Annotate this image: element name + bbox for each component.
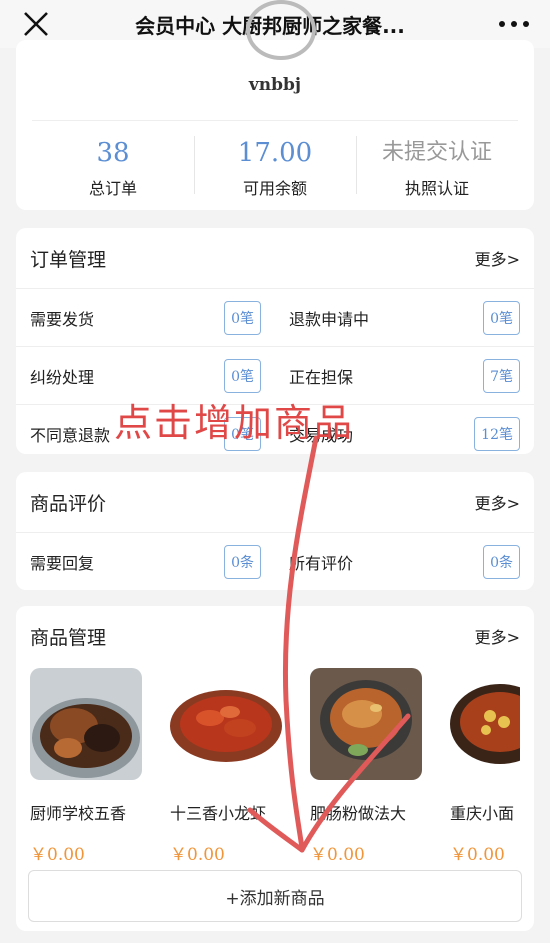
product-name: 肥肠粉做法大 bbox=[310, 804, 407, 823]
count-badge: 0条 bbox=[483, 544, 520, 579]
product-image bbox=[170, 668, 282, 780]
cell-label: 交易成功 bbox=[289, 425, 354, 445]
product-price: ￥0.00 bbox=[310, 845, 365, 865]
stat-total-orders[interactable]: 38 总订单 bbox=[32, 121, 194, 201]
stats-row: 38 总订单 17.00 可用余额 未提交认证 执照认证 bbox=[32, 120, 518, 201]
product-image bbox=[30, 668, 142, 780]
cell-label: 需要发货 bbox=[30, 309, 95, 329]
product-image bbox=[310, 668, 422, 780]
cell-label: 不同意退款 bbox=[30, 425, 111, 445]
more-link[interactable]: 更多> bbox=[475, 246, 520, 270]
product-item[interactable]: 重庆小面 ￥0.00 bbox=[450, 668, 534, 865]
product-name: 十三香小龙虾 bbox=[170, 804, 267, 823]
review-cell-need-reply[interactable]: 需要回复 0条 bbox=[16, 533, 275, 590]
section-title: 订单管理 bbox=[30, 248, 107, 271]
more-link[interactable]: 更多> bbox=[475, 624, 520, 648]
product-price: ￥0.00 bbox=[30, 845, 85, 865]
order-cell-guarantee[interactable]: 正在担保 7笔 bbox=[275, 347, 534, 404]
add-product-button[interactable]: +添加新商品 bbox=[28, 870, 522, 922]
count-badge: 7笔 bbox=[483, 358, 520, 393]
order-cell-need-ship[interactable]: 需要发货 0笔 bbox=[16, 289, 275, 346]
close-icon bbox=[24, 12, 48, 36]
order-cell-refund-pending[interactable]: 退款申请中 0笔 bbox=[275, 289, 534, 346]
username: vnbbj bbox=[248, 75, 302, 95]
count-badge: 12笔 bbox=[474, 416, 520, 451]
cell-label: 退款申请中 bbox=[289, 309, 370, 329]
count-badge: 0条 bbox=[224, 544, 261, 579]
order-cell-success[interactable]: 交易成功 12笔 bbox=[275, 405, 534, 462]
more-link[interactable]: 更多> bbox=[475, 490, 520, 514]
product-name: 重庆小面 bbox=[450, 804, 515, 823]
order-cell-refund-rejected[interactable]: 不同意退款 0笔 bbox=[16, 405, 275, 462]
count-badge: 0笔 bbox=[224, 416, 261, 451]
product-name: 厨师学校五香 bbox=[30, 804, 127, 823]
count-badge: 0笔 bbox=[224, 300, 261, 335]
product-item[interactable]: 厨师学校五香 ￥0.00 bbox=[30, 668, 170, 865]
stat-value: 17.00 bbox=[237, 138, 313, 168]
order-cell-dispute[interactable]: 纠纷处理 0笔 bbox=[16, 347, 275, 404]
stat-license[interactable]: 未提交认证 执照认证 bbox=[356, 121, 518, 201]
cell-label: 纠纷处理 bbox=[30, 367, 95, 387]
product-price: ￥0.00 bbox=[170, 845, 225, 865]
stat-label: 执照认证 bbox=[404, 179, 469, 198]
section-title: 商品评价 bbox=[30, 492, 107, 515]
product-list: 厨师学校五香 ￥0.00 十三香小龙虾 ￥0.00 肥肠粉做法大 ￥0.00 重… bbox=[16, 668, 534, 865]
profile-card: vnbbj 38 总订单 17.00 可用余额 未提交认证 执照认证 bbox=[16, 0, 534, 210]
cell-label: 所有评价 bbox=[289, 553, 354, 573]
product-management-card: 商品管理 更多> 厨师学校五香 ￥0.00 十三香小龙虾 ￥0.00 肥肠粉做法… bbox=[16, 606, 534, 931]
stat-label: 可用余额 bbox=[242, 179, 307, 198]
order-management-card: 订单管理 更多> 需要发货 0笔 退款申请中 0笔 纠纷处理 0笔 正在担保 7… bbox=[16, 228, 534, 454]
cell-label: 正在担保 bbox=[289, 367, 354, 387]
count-badge: 0笔 bbox=[224, 358, 261, 393]
product-item[interactable]: 十三香小龙虾 ￥0.00 bbox=[170, 668, 310, 865]
section-title: 商品管理 bbox=[30, 626, 107, 649]
product-item[interactable]: 肥肠粉做法大 ￥0.00 bbox=[310, 668, 450, 865]
stat-value: 未提交认证 bbox=[381, 140, 492, 165]
stat-value: 38 bbox=[96, 138, 130, 168]
product-image bbox=[450, 668, 520, 780]
review-cell-all[interactable]: 所有评价 0条 bbox=[275, 533, 534, 590]
avatar[interactable] bbox=[246, 0, 316, 60]
cell-label: 需要回复 bbox=[30, 553, 95, 573]
product-price: ￥0.00 bbox=[450, 845, 505, 865]
stat-label: 总订单 bbox=[88, 179, 137, 198]
reviews-card: 商品评价 更多> 需要回复 0条 所有评价 0条 bbox=[16, 472, 534, 590]
count-badge: 0笔 bbox=[483, 300, 520, 335]
stat-balance[interactable]: 17.00 可用余额 bbox=[194, 121, 356, 201]
